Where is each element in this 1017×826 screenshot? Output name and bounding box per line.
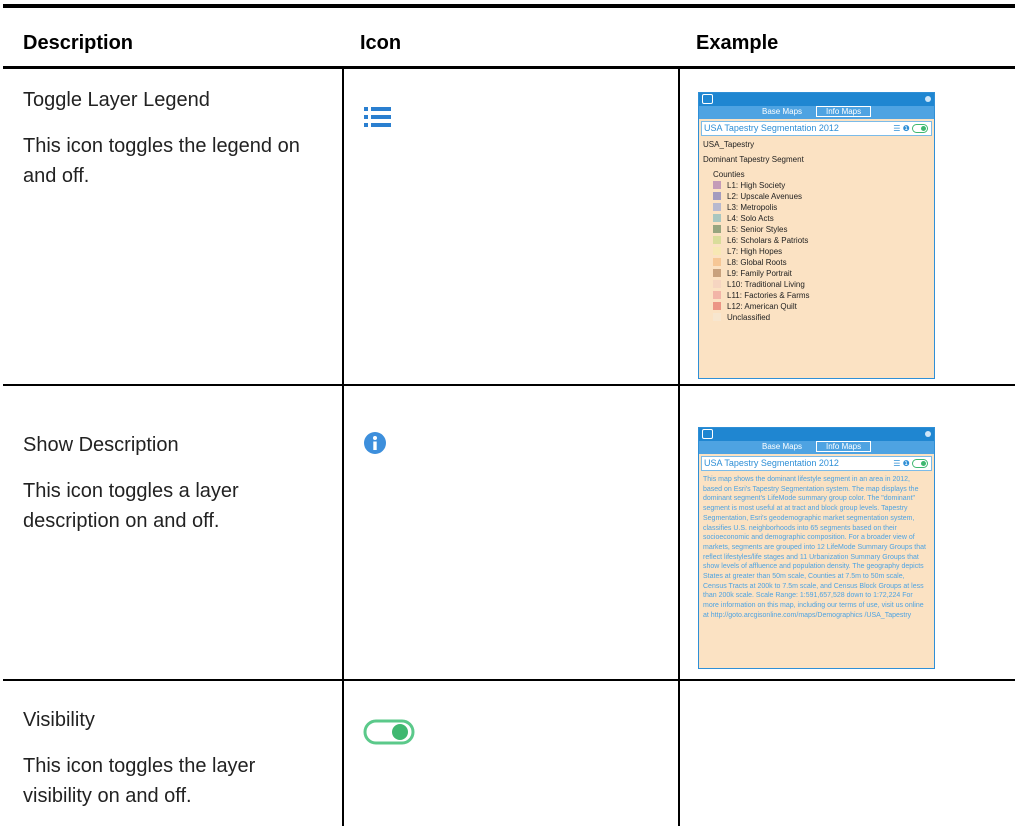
legend-swatch [713,225,721,233]
legend-swatch [713,313,721,321]
row-text: This icon toggles a layer description on… [23,480,239,532]
legend-swatch [713,247,721,255]
mini-toggle-icon[interactable] [912,124,928,134]
header-rule [3,66,1015,69]
list-icon [363,106,393,133]
row-text: This icon toggles the layer visibility o… [23,755,256,807]
row-divider [3,384,1015,386]
legend-item: L9: Family Portrait [703,268,930,279]
segment-label: Dominant Tapestry Segment [703,155,804,164]
legend-swatch [713,236,721,244]
legend-label: L3: Metropolis [727,203,778,212]
legend-item: L4: Solo Acts [703,213,930,224]
legend-example-panel: Base Maps Info Maps USA Tapestry Segment… [698,92,935,379]
row-text: This icon toggles the legend on and off. [23,135,300,187]
legend-label: L6: Scholars & Patriots [727,236,809,245]
tab-info-maps[interactable]: Info Maps [816,441,872,452]
info-icon [363,431,387,460]
layer-id: USA_Tapestry [703,140,755,149]
legend-label: L7: High Hopes [727,247,783,256]
legend-swatch [713,192,721,200]
legend-item: L6: Scholars & Patriots [703,235,930,246]
legend-swatch [713,203,721,211]
header-icon: Icon [360,32,402,54]
toggle-switch-icon [363,719,415,750]
table-row: Show Description This icon toggles a lay… [23,430,323,536]
row-title: Toggle Layer Legend [23,89,210,111]
legend-label: L10: Traditional Living [727,280,805,289]
legend-label: L8: Global Roots [727,258,787,267]
row-title: Show Description [23,434,179,456]
legend-swatch [713,181,721,189]
legend-swatch [713,280,721,288]
table-row: Toggle Layer Legend This icon toggles th… [23,85,323,191]
row-divider [3,679,1015,681]
legend-item: L10: Traditional Living [703,279,930,290]
table-header: Description Icon Example [3,8,1015,68]
header-example: Example [696,32,779,54]
legend-swatch [713,269,721,277]
mini-toggle-icon[interactable] [912,459,928,469]
layer-name: USA Tapestry Segmentation 2012 [704,458,839,468]
legend-swatch [713,214,721,222]
tab-base-maps[interactable]: Base Maps [762,442,802,451]
legend-label: L5: Senior Styles [727,225,788,234]
close-dot-icon [925,96,931,102]
legend-label: L4: Solo Acts [727,214,774,223]
app-logo-icon [702,429,713,439]
legend-item: L7: High Hopes [703,246,930,257]
legend-item: L1: High Society [703,180,930,191]
legend-swatch [713,302,721,310]
layer-controls: ☰ ❶ [893,459,928,469]
legend-list: L1: High Society L2: Upscale Avenues L3: M… [703,180,930,323]
layer-description: This map shows the dominant lifestyle se… [703,476,926,619]
layer-name: USA Tapestry Segmentation 2012 [704,123,839,133]
tab-info-maps[interactable]: Info Maps [816,106,872,117]
group-label: Counties [713,170,745,179]
legend-item: L11: Factories & Farms [703,290,930,301]
row-title: Visibility [23,709,95,731]
column-divider [342,69,344,826]
app-logo-icon [702,94,713,104]
header-description: Description [23,32,134,54]
legend-label: L1: High Society [727,181,786,190]
legend-label: L11: Factories & Farms [727,291,810,300]
description-example-panel: Base Maps Info Maps USA Tapestry Segment… [698,427,935,669]
icon-reference-table: Description Icon Example Toggle Layer Le… [3,4,1015,826]
legend-item: L2: Upscale Avenues [703,191,930,202]
legend-label: L2: Upscale Avenues [727,192,803,201]
legend-swatch [713,258,721,266]
legend-swatch [713,291,721,299]
layer-controls: ☰ ❶ [893,124,928,134]
legend-item: Unclassified [703,312,930,323]
table-row: Visibility This icon toggles the layer v… [23,705,323,811]
legend-item: L12: American Quilt [703,301,930,312]
legend-item: L5: Senior Styles [703,224,930,235]
legend-label: L12: American Quilt [727,302,797,311]
legend-item: L3: Metropolis [703,202,930,213]
legend-label: Unclassified [727,313,771,322]
legend-item: L8: Global Roots [703,257,930,268]
column-divider [678,69,680,826]
tab-base-maps[interactable]: Base Maps [762,107,802,116]
close-dot-icon [925,431,931,437]
legend-label: L9: Family Portrait [727,269,792,278]
